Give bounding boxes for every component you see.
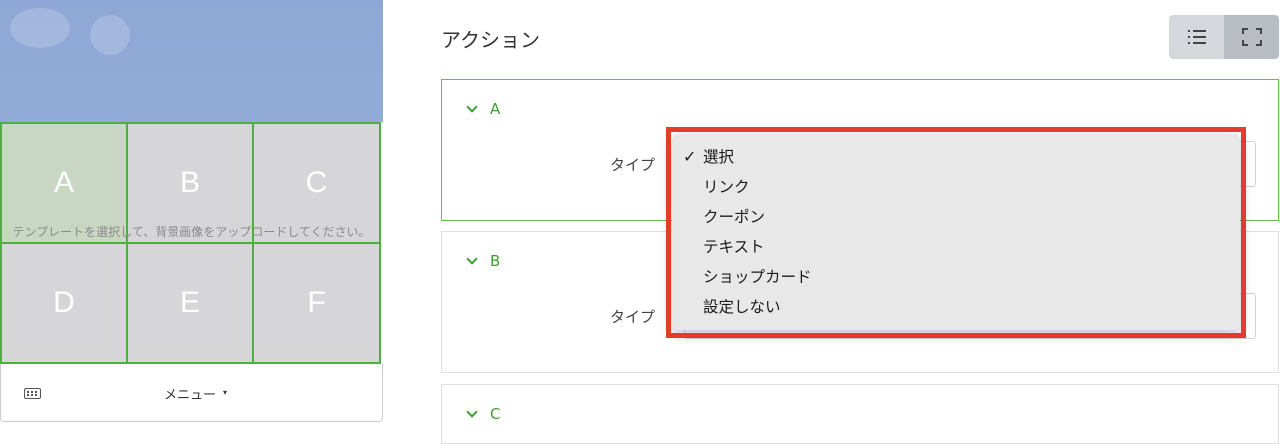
keyboard-icon[interactable]: [24, 388, 41, 399]
card-header[interactable]: A: [466, 100, 501, 118]
dropdown-option[interactable]: 設定しない: [672, 295, 1240, 325]
type-label: タイプ: [610, 308, 656, 326]
view-toggle: [1169, 15, 1279, 59]
checkmark-icon: ✓: [683, 147, 697, 166]
area-letter: C: [305, 166, 328, 199]
type-dropdown-menu: ✓ 選択 リンク クーポン テキスト ショップカード 設定しない: [672, 134, 1240, 330]
area-cell-f[interactable]: F: [252, 242, 381, 364]
expand-icon: [1241, 28, 1262, 46]
dropdown-option[interactable]: テキスト: [672, 235, 1240, 265]
area-letter: F: [307, 286, 326, 319]
section-title: アクション: [441, 28, 540, 52]
rich-menu-preview: A B C D E F テンプレートを選択して、背景画像をアップロードしてくださ…: [0, 0, 383, 424]
chevron-down-icon: [466, 252, 478, 265]
option-label: 設定しない: [703, 298, 781, 316]
chat-bar: メニュー ▾: [0, 364, 383, 422]
chevron-down-icon: [466, 405, 478, 418]
option-label: ショップカード: [703, 268, 812, 286]
area-letter: A: [53, 166, 74, 199]
area-letter: B: [179, 166, 200, 199]
option-label: 選択: [703, 148, 735, 166]
list-view-button[interactable]: [1169, 15, 1224, 59]
area-letter: E: [179, 286, 200, 319]
menu-label[interactable]: メニュー: [164, 384, 216, 403]
card-title: A: [490, 100, 501, 118]
area-cell-a[interactable]: A: [0, 122, 128, 244]
option-label: リンク: [703, 178, 750, 196]
card-header[interactable]: C: [466, 405, 501, 423]
card-title: B: [490, 252, 501, 270]
template-grid: A B C D E F: [0, 122, 381, 364]
option-label: テキスト: [703, 238, 765, 256]
expand-view-button[interactable]: [1224, 15, 1279, 59]
list-icon: [1187, 30, 1206, 44]
action-card-c: C: [441, 384, 1279, 444]
type-label: タイプ: [610, 156, 656, 174]
background-image: [0, 0, 383, 122]
area-cell-d[interactable]: D: [0, 242, 128, 364]
dropdown-option[interactable]: リンク: [672, 175, 1240, 205]
area-cell-b[interactable]: B: [126, 122, 254, 244]
area-letter: D: [53, 286, 75, 319]
area-cell-e[interactable]: E: [126, 242, 254, 364]
option-label: クーポン: [703, 208, 766, 226]
dropdown-option[interactable]: ショップカード: [672, 265, 1240, 295]
chevron-down-icon: [466, 100, 478, 113]
caret-down-icon: ▾: [223, 388, 228, 397]
dropdown-option[interactable]: クーポン: [672, 205, 1240, 235]
card-title: C: [490, 405, 501, 423]
area-cell-c[interactable]: C: [252, 122, 381, 244]
card-header[interactable]: B: [466, 252, 501, 270]
dropdown-option[interactable]: ✓ 選択: [672, 145, 1240, 175]
